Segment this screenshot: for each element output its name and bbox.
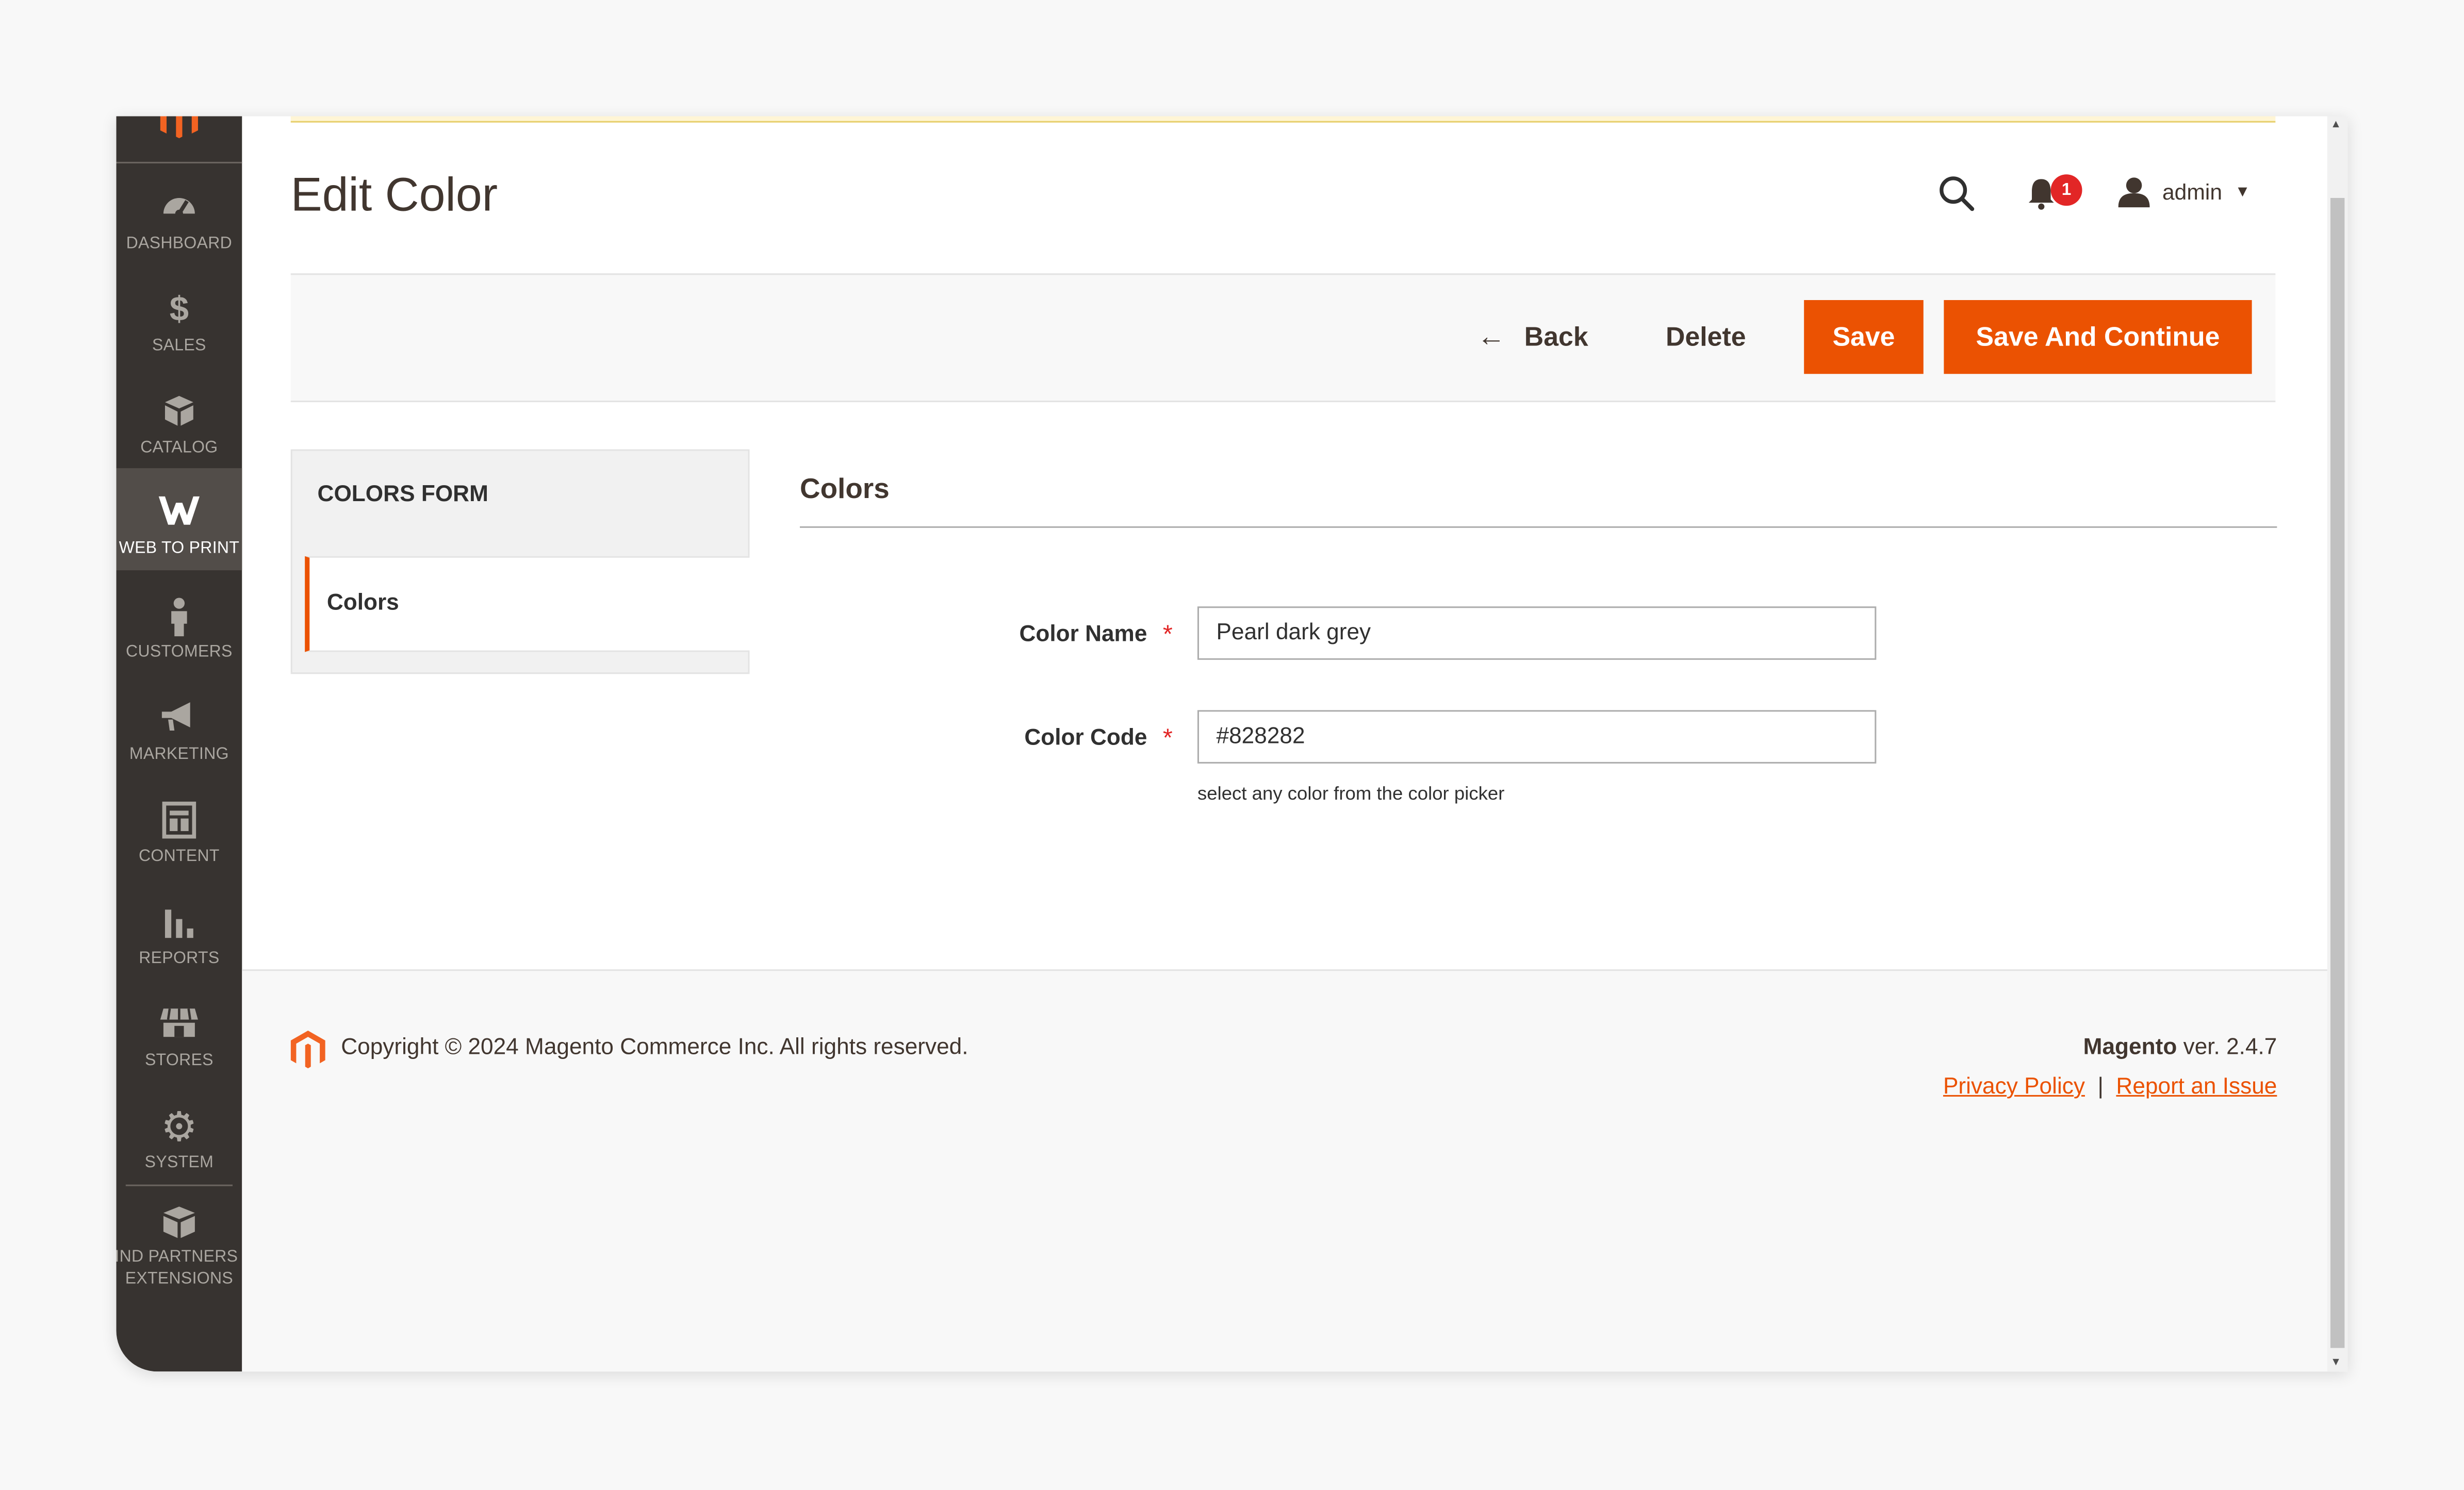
form-tabs: Colors Form Colors <box>290 449 750 674</box>
nav-label: Marketing <box>129 744 229 764</box>
layout-icon <box>162 801 196 839</box>
scroll-down-icon[interactable]: ▼ <box>2330 1357 2341 1368</box>
back-label: Back <box>1524 321 1588 352</box>
page-title: Edit Color <box>290 170 498 222</box>
nav-label: Dashboard <box>126 234 233 253</box>
nav-label: Content <box>138 847 220 866</box>
color-code-input[interactable] <box>1197 710 1877 764</box>
fieldset-divider <box>800 526 2277 528</box>
main-content: Edit Color 1 admin ▼ ← Back Delete Save <box>242 116 2327 1372</box>
back-button[interactable]: ← Back <box>1477 300 1588 374</box>
nav-label: System <box>144 1153 214 1172</box>
nav-marketing[interactable]: Marketing <box>116 674 242 776</box>
nav-sales[interactable]: $ Sales <box>116 266 242 368</box>
page-footer: Copyright © 2024 Magento Commerce Inc. A… <box>242 969 2327 1372</box>
required-marker: * <box>1162 622 1173 649</box>
nav-web-to-print[interactable]: Web to Print <box>116 468 242 571</box>
global-search[interactable] <box>1937 174 1975 220</box>
nav-reports[interactable]: Reports <box>116 878 242 980</box>
brand-name: Magento <box>2083 1035 2177 1061</box>
magento-logo-icon <box>160 116 198 139</box>
dashboard-icon <box>163 197 195 218</box>
gear-icon: ⚙ <box>160 1103 198 1150</box>
privacy-policy-link[interactable]: Privacy Policy <box>1943 1074 2085 1100</box>
nav-label: Find Partners & Extensions <box>116 1247 254 1288</box>
box-icon <box>165 395 193 426</box>
megaphone-icon <box>161 702 190 731</box>
notification-badge: 1 <box>2050 174 2082 206</box>
vertical-scrollbar[interactable]: ▲ ▼ <box>2327 116 2348 1372</box>
version-text: ver. 2.4.7 <box>2177 1035 2277 1061</box>
nav-label: Catalog <box>140 438 218 457</box>
footer-links: Privacy Policy | Report an Issue <box>1943 1074 2277 1100</box>
nav-customers[interactable]: Customers <box>116 572 242 674</box>
nav-content[interactable]: Content <box>116 776 242 878</box>
store-icon <box>160 1008 198 1037</box>
nav-label: Stores <box>144 1051 213 1070</box>
magento-logo[interactable] <box>116 116 242 163</box>
link-separator: | <box>2097 1074 2104 1100</box>
user-name: admin <box>2162 179 2223 205</box>
magento-logo-icon <box>290 1030 325 1069</box>
report-issue-link[interactable]: Report an Issue <box>2116 1074 2277 1100</box>
nav-label: Web to Print <box>119 539 240 558</box>
dollar-icon: $ <box>169 289 189 328</box>
notifications[interactable] <box>2027 176 2056 218</box>
page-actions-bar: ← Back Delete Save Save And Continue <box>290 273 2276 403</box>
save-button[interactable]: Save <box>1804 300 1924 374</box>
nav-catalog[interactable]: Catalog <box>116 368 242 470</box>
tab-label: Colors <box>326 590 399 616</box>
person-icon <box>171 598 187 637</box>
nav-label: Customers <box>126 642 233 661</box>
nav-label: Sales <box>152 336 206 355</box>
user-account-menu[interactable]: admin ▼ <box>2118 176 2251 208</box>
required-marker: * <box>1162 725 1173 753</box>
search-icon <box>1940 176 1975 211</box>
delete-button[interactable]: Delete <box>1666 300 1746 374</box>
nav-label: Reports <box>139 949 220 968</box>
nav-find-partners[interactable]: Find Partners & Extensions <box>116 1186 254 1312</box>
save-and-continue-button[interactable]: Save And Continue <box>1944 300 2252 374</box>
nav-stores[interactable]: Stores <box>116 980 242 1082</box>
notice-bar <box>290 116 2276 123</box>
fieldset-title: Colors <box>800 473 890 505</box>
arrow-left-icon: ← <box>1477 320 1506 352</box>
bar-chart-icon <box>165 909 193 938</box>
version-info: Magento ver. 2.4.7 <box>2083 1035 2277 1061</box>
user-icon <box>2118 177 2150 208</box>
tabs-title: Colors Form <box>317 482 488 508</box>
web-to-print-icon <box>158 496 200 525</box>
scrollbar-thumb[interactable] <box>2330 197 2345 1348</box>
chevron-down-icon: ▼ <box>2235 183 2251 201</box>
color-code-note: select any color from the color picker <box>1197 782 1505 805</box>
admin-window: Dashboard $ Sales Catalog Web to Print C… <box>116 116 2348 1372</box>
color-name-label: Color Name <box>1019 622 1147 648</box>
copyright-text: Copyright © 2024 Magento Commerce Inc. A… <box>341 1035 968 1061</box>
tab-colors[interactable]: Colors <box>305 556 750 652</box>
cubes-icon <box>163 1206 195 1238</box>
color-code-label: Color Code <box>1024 725 1147 751</box>
color-name-input[interactable] <box>1197 606 1877 660</box>
scroll-up-icon[interactable]: ▲ <box>2330 120 2341 130</box>
nav-system[interactable]: ⚙ System <box>116 1083 242 1185</box>
admin-sidebar: Dashboard $ Sales Catalog Web to Print C… <box>116 116 254 1372</box>
nav-dashboard[interactable]: Dashboard <box>116 163 242 266</box>
